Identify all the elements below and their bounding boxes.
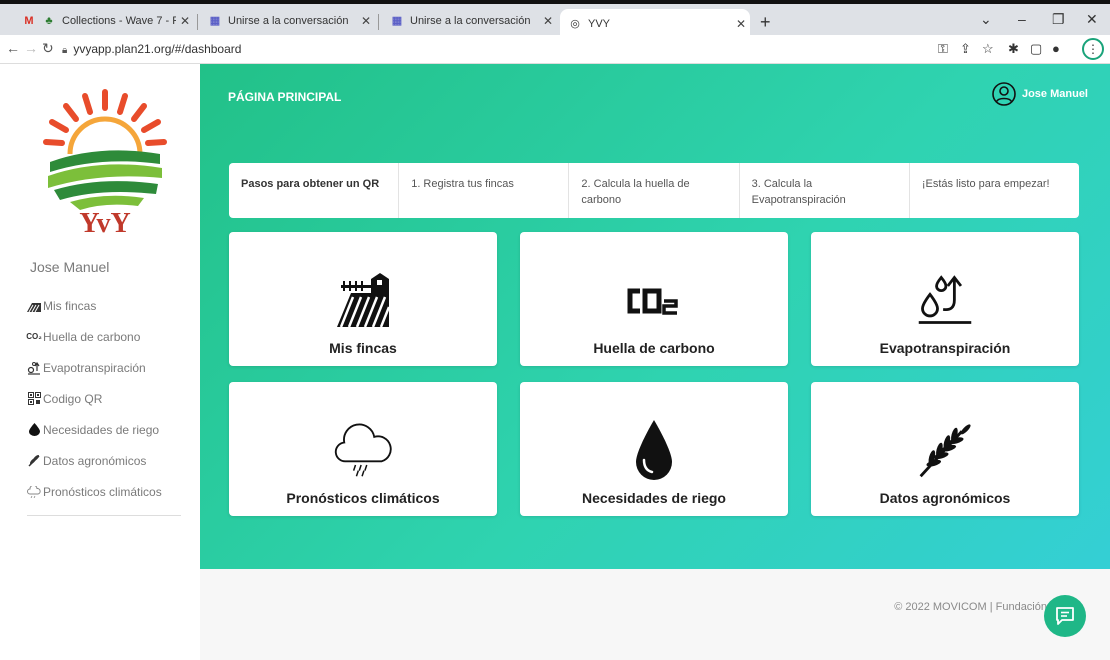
lock-icon: 🔒︎ <box>62 45 68 56</box>
step-2: 2. Calcula la huella de carbono <box>568 163 738 218</box>
card-label: Necesidades de riego <box>582 490 726 506</box>
rain-cloud-icon <box>333 422 393 478</box>
sidebar-item-label: Mis fincas <box>43 298 97 313</box>
card-label: Pronósticos climáticos <box>286 490 440 506</box>
tab-title: YVY <box>588 18 611 30</box>
qr-steps-panel: Pasos para obtener un QR 1. Registra tus… <box>229 163 1079 218</box>
sidebar-item-label: Pronósticos climáticos <box>43 484 162 499</box>
chat-button[interactable] <box>1044 595 1086 637</box>
close-tab-icon[interactable]: ✕ <box>732 17 750 31</box>
forward-icon[interactable]: → <box>24 40 38 56</box>
sidebar-item-mis-fincas[interactable]: Mis fincas <box>27 290 197 321</box>
sidebar-item-label: Datos agronómicos <box>43 453 147 468</box>
card-label: Evapotranspiración <box>879 340 1011 356</box>
sidebar-divider <box>27 515 181 516</box>
sidebar: YvY Jose Manuel Mis fincas CO₂ Huella de… <box>0 64 200 660</box>
page-title: PÁGINA PRINCIPAL <box>228 90 342 104</box>
close-window-icon[interactable]: ✕ <box>1086 11 1098 28</box>
browser-address-bar: ← → ↻ 🔒︎ yvyapp.plan21.org/#/dashboard ⚿ … <box>0 35 1110 64</box>
yvy-logo: YvY <box>43 89 167 234</box>
back-icon[interactable]: ← <box>6 40 20 56</box>
chat-bubble-icon <box>1056 607 1074 625</box>
browser-tab-teams-1[interactable]: ▦ Unirse a la conversación ✕ <box>200 7 375 35</box>
card-pronosticos-climaticos[interactable]: Pronósticos climáticos <box>229 382 497 516</box>
co2-icon: CO₂ <box>26 332 42 341</box>
sidebar-item-codigo-qr[interactable]: Codigo QR <box>27 383 197 414</box>
card-necesidades-de-riego[interactable]: Necesidades de riego <box>520 382 788 516</box>
browser-tab-collections[interactable]: M ♣ Collections - Wave 7 - Practic ✕ <box>14 7 194 35</box>
sidebar-item-label: Evapotranspiración <box>43 360 146 375</box>
farm-icon <box>27 299 41 313</box>
profile-avatar-icon[interactable]: ● <box>1052 41 1060 56</box>
wheat-icon <box>915 422 975 478</box>
qr-code-icon <box>27 392 41 406</box>
sidebar-item-label: Necesidades de riego <box>43 422 160 437</box>
close-tab-icon[interactable]: ✕ <box>539 14 557 28</box>
share-icon[interactable]: ⇪ <box>960 41 971 57</box>
sidebar-user-name: Jose Manuel <box>30 259 110 275</box>
reload-icon[interactable]: ↻ <box>42 40 54 57</box>
card-huella-de-carbono[interactable]: Huella de carbono <box>520 232 788 366</box>
card-datos-agronomicos[interactable]: Datos agronómicos <box>811 382 1079 516</box>
footer: © 2022 MOVICOM | Fundación <box>200 569 1110 660</box>
tab-title: Unirse a la conversación <box>410 15 531 27</box>
evapotranspiration-icon <box>915 272 975 328</box>
close-tab-icon[interactable]: ✕ <box>357 14 375 28</box>
water-drop-icon <box>27 423 41 437</box>
card-label: Mis fincas <box>329 340 397 356</box>
sidebar-menu: Mis fincas CO₂ Huella de carbono Evapotr… <box>26 290 197 507</box>
sidebar-item-datos-agronomicos[interactable]: Datos agronómicos <box>27 445 197 476</box>
sidebar-item-necesidades-de-riego[interactable]: Necesidades de riego <box>27 414 197 445</box>
bookmark-star-icon[interactable]: ☆ <box>982 41 994 57</box>
co2-icon <box>624 272 684 328</box>
url-field[interactable]: 🔒︎ yvyapp.plan21.org/#/dashboard <box>62 42 241 56</box>
minimize-icon[interactable]: – <box>1018 11 1026 27</box>
browser-tab-bar: M ♣ Collections - Wave 7 - Practic ✕ ▦ U… <box>0 0 1110 39</box>
side-panel-icon[interactable]: ▢ <box>1030 41 1042 57</box>
tab-title: Unirse a la conversación <box>228 15 349 27</box>
header-user-name: Jose Manuel <box>1021 88 1088 100</box>
sidebar-item-label: Huella de carbono <box>43 329 141 344</box>
key-icon[interactable]: ⚿ <box>938 41 948 57</box>
copyright-text: © 2022 MOVICOM | Fundación <box>894 601 1047 613</box>
restore-icon[interactable]: ❐ <box>1052 11 1065 28</box>
farm-icon <box>333 272 393 328</box>
logo-brand-text: YvY <box>79 208 130 234</box>
sidebar-item-evapotranspiracion[interactable]: Evapotranspiración <box>27 352 197 383</box>
sidebar-item-huella-de-carbono[interactable]: CO₂ Huella de carbono <box>26 321 197 352</box>
leaf-icon: ♣ <box>45 15 53 27</box>
step-1: 1. Registra tus fincas <box>398 163 568 218</box>
step-ready: ¡Estás listo para empezar! <box>908 163 1079 218</box>
teams-icon: ▦ <box>209 15 221 27</box>
extensions-icon[interactable]: ✱ <box>1008 41 1019 57</box>
main-content: PÁGINA PRINCIPAL Jose Manuel Pasos para … <box>200 64 1110 569</box>
user-menu[interactable]: Jose Manuel <box>992 82 1088 106</box>
url-text: yvyapp.plan21.org/#/dashboard <box>73 42 242 56</box>
browser-tab-teams-2[interactable]: ▦ Unirse a la conversación ✕ <box>382 7 557 35</box>
globe-icon: ◎ <box>570 18 580 30</box>
user-avatar-icon <box>992 82 1016 106</box>
teams-icon: ▦ <box>391 15 403 27</box>
tab-separator <box>197 14 198 30</box>
evapotranspiration-icon <box>27 361 41 375</box>
card-label: Datos agronómicos <box>879 490 1011 506</box>
sidebar-item-pronosticos-climaticos[interactable]: Pronósticos climáticos <box>27 476 197 507</box>
sidebar-item-label: Codigo QR <box>43 391 103 406</box>
close-tab-icon[interactable]: ✕ <box>176 14 194 28</box>
card-label: Huella de carbono <box>593 340 715 356</box>
tab-search-icon[interactable]: ⌄ <box>980 11 992 28</box>
card-mis-fincas[interactable]: Mis fincas <box>229 232 497 366</box>
tab-separator <box>378 14 379 30</box>
steps-heading: Pasos para obtener un QR <box>241 178 380 190</box>
browser-menu-icon[interactable]: ⋮ <box>1082 38 1104 60</box>
new-tab-button[interactable]: + <box>760 12 771 33</box>
tab-title: Collections - Wave 7 - Practic <box>62 15 176 27</box>
rain-cloud-icon <box>27 485 41 499</box>
gmail-icon: M <box>24 15 34 27</box>
step-3: 3. Calcula la Evapotranspiración <box>738 163 909 218</box>
water-drop-icon <box>624 420 684 480</box>
wheat-icon <box>27 454 41 468</box>
card-evapotranspiracion[interactable]: Evapotranspiración <box>811 232 1079 366</box>
